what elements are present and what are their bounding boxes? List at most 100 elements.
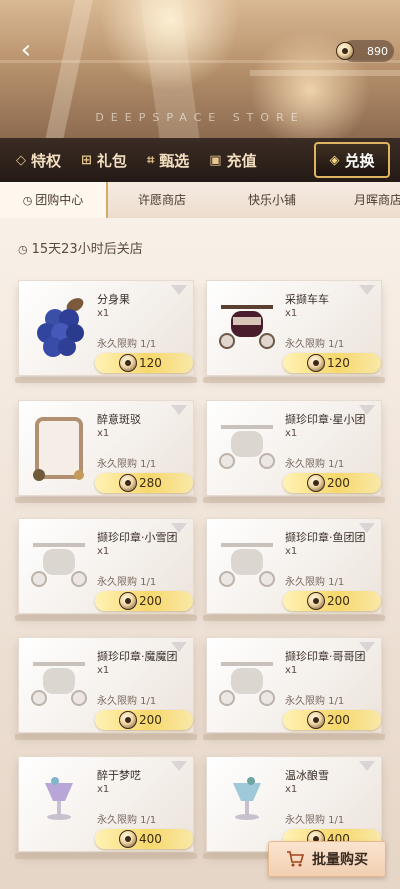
- shelf: [203, 615, 385, 621]
- bulk-buy-label: 批量购买: [312, 852, 368, 868]
- currency-amount: 890: [367, 44, 388, 58]
- close-timer: ◷ 15天23小时后关店: [18, 238, 143, 257]
- nav-select[interactable]: ⌗ 甄选: [147, 138, 189, 182]
- item-qty: x1: [285, 308, 298, 319]
- cart-icon: [219, 662, 275, 706]
- item-name: 撷珍印章·魔魔团: [97, 650, 178, 663]
- tab-wish-store[interactable]: 许愿商店: [138, 182, 186, 218]
- clock-icon: ◷: [22, 194, 33, 207]
- shelf: [15, 377, 197, 383]
- card-corner-mark: [171, 285, 187, 295]
- nav-recharge[interactable]: ▣ 充值: [209, 138, 256, 182]
- shelf: [15, 615, 197, 621]
- nav-label: 甄选: [159, 151, 190, 170]
- buy-button[interactable]: 120: [95, 353, 193, 373]
- item-limit: 永久限购 1/1: [285, 696, 345, 707]
- item-price: 120: [139, 356, 162, 370]
- shopping-cart-icon: [287, 851, 304, 867]
- coin-icon: [119, 474, 137, 492]
- coin-icon: [307, 592, 325, 610]
- tab-group-buy[interactable]: ◷ 团购中心: [0, 182, 108, 218]
- cart-icon: [219, 305, 275, 349]
- coin-icon: [119, 711, 137, 729]
- sub-tabs: ◷ 团购中心 许愿商店 快乐小铺 月晖商店: [0, 182, 400, 219]
- store-caption: DEEPSPACE STORE: [95, 111, 305, 124]
- cart-icon: [31, 662, 87, 706]
- coin-icon: [119, 354, 137, 372]
- buy-button[interactable]: 200: [95, 710, 193, 730]
- nav-label: 兑换: [344, 151, 375, 170]
- item-limit: 永久限购 1/1: [97, 815, 157, 826]
- buy-button[interactable]: 200: [95, 591, 193, 611]
- item-name: 撷珍印章·星小团: [285, 413, 366, 426]
- shop-item-card[interactable]: 分身果 x1 永久限购 1/1 120: [15, 280, 197, 383]
- item-price: 200: [139, 713, 162, 727]
- cart-icon: [31, 543, 87, 587]
- buy-button[interactable]: 120: [283, 353, 381, 373]
- shop-item-card[interactable]: 采撷车车 x1 永久限购 1/1 120: [203, 280, 385, 383]
- nav-gift-pack[interactable]: ⊞ 礼包: [81, 138, 127, 182]
- item-qty: x1: [285, 428, 298, 439]
- item-name: 醉于梦呓: [97, 769, 141, 782]
- shop-item-card[interactable]: 温冰酿雪 x1 永久限购 1/1 400: [203, 756, 385, 859]
- shelf: [203, 377, 385, 383]
- tab-moonlight-store[interactable]: 月晖商店: [354, 182, 400, 218]
- bulk-buy-button[interactable]: 批量购买: [268, 841, 386, 877]
- shelf: [15, 734, 197, 740]
- item-qty: x1: [97, 665, 110, 676]
- buy-button[interactable]: 200: [283, 710, 381, 730]
- buy-button[interactable]: 280: [95, 473, 193, 493]
- shop-item-card[interactable]: 撷珍印章·魔魔团 x1 永久限购 1/1 200: [15, 637, 197, 740]
- item-limit: 永久限购 1/1: [285, 577, 345, 588]
- shop-item-card[interactable]: 撷珍印章·哥哥团 x1 永久限购 1/1 200: [203, 637, 385, 740]
- item-price: 280: [139, 476, 162, 490]
- card-corner-mark: [359, 761, 375, 771]
- back-arrow-icon[interactable]: ‹: [14, 37, 38, 63]
- tab-happy-shop[interactable]: 快乐小铺: [248, 182, 296, 218]
- shop-item-card[interactable]: 撷珍印章·小雪团 x1 永久限购 1/1 200: [15, 518, 197, 621]
- item-limit: 永久限购 1/1: [97, 577, 157, 588]
- frame-icon: [33, 417, 84, 481]
- item-name: 采撷车车: [285, 293, 329, 306]
- buy-button[interactable]: 200: [283, 591, 381, 611]
- blueberry-icon: [37, 298, 84, 357]
- nav-privilege[interactable]: ◇ 特权: [16, 138, 61, 182]
- shop-item-card[interactable]: 醉于梦呓 x1 永久限购 1/1 400: [15, 756, 197, 859]
- exchange-icon: ◈: [329, 152, 340, 168]
- item-name: 温冰酿雪: [285, 769, 329, 782]
- card-corner-mark: [171, 761, 187, 771]
- coin-icon: [307, 711, 325, 729]
- currency-balance[interactable]: 890: [336, 40, 394, 62]
- item-qty: x1: [97, 308, 110, 319]
- buy-button[interactable]: 200: [283, 473, 381, 493]
- shop-item-card[interactable]: 醉意斑驳 x1 永久限购 1/1 280: [15, 400, 197, 503]
- store-banner: ‹ 890 DEEPSPACE STORE: [0, 0, 400, 140]
- item-name: 撷珍印章·小雪团: [97, 531, 178, 544]
- nav-label: 礼包: [96, 151, 127, 170]
- item-qty: x1: [285, 546, 298, 557]
- card-corner-mark: [171, 405, 187, 415]
- item-qty: x1: [285, 665, 298, 676]
- select-icon: ⌗: [146, 152, 155, 168]
- item-limit: 永久限购 1/1: [97, 339, 157, 350]
- tab-label: 团购中心: [35, 193, 84, 207]
- recharge-icon: ▣: [209, 152, 222, 168]
- item-name: 分身果: [97, 293, 130, 306]
- item-qty: x1: [97, 784, 110, 795]
- buy-button[interactable]: 400: [95, 829, 193, 849]
- gift-icon: ⊞: [81, 152, 92, 168]
- cart-icon: [219, 425, 275, 469]
- cart-icon: [219, 543, 275, 587]
- coin-icon: [307, 354, 325, 372]
- item-name: 撷珍印章·鱼团团: [285, 531, 366, 544]
- shop-item-card[interactable]: 撷珍印章·星小团 x1 永久限购 1/1 200: [203, 400, 385, 503]
- nav-label: 充值: [226, 151, 257, 170]
- goblet-icon: [45, 777, 73, 820]
- item-qty: x1: [97, 428, 110, 439]
- item-price: 200: [327, 594, 350, 608]
- item-price: 200: [139, 594, 162, 608]
- shop-item-card[interactable]: 撷珍印章·鱼团团 x1 永久限购 1/1 200: [203, 518, 385, 621]
- item-name: 醉意斑驳: [97, 413, 141, 426]
- nav-exchange[interactable]: ◈ 兑换: [314, 142, 390, 178]
- item-price: 200: [327, 476, 350, 490]
